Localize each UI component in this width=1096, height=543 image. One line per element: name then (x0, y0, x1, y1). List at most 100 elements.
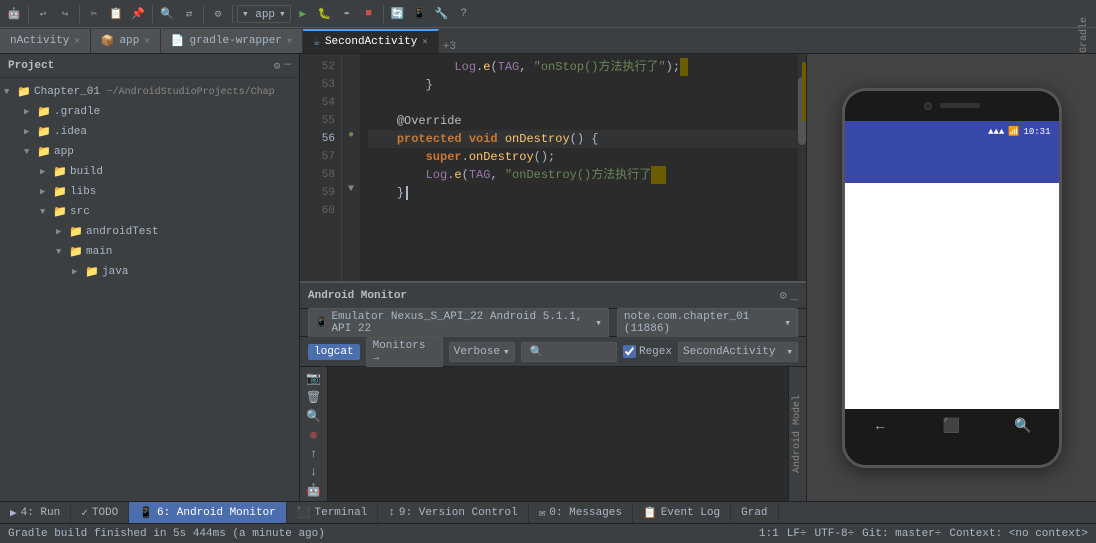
device-row: 📱 Emulator Nexus_S_API_22 Android 5.1.1,… (300, 309, 806, 337)
app-selector[interactable]: note.com.chapter_01 (11886) ▾ (617, 308, 798, 338)
tab-secondactivity-label: SecondActivity (325, 36, 417, 48)
redo-icon[interactable]: ↪ (55, 4, 75, 24)
phone-back-btn[interactable]: ← (868, 415, 892, 439)
tab-messages[interactable]: ✉ 0: Messages (529, 502, 633, 524)
scroll-up-btn[interactable]: ↑ (303, 447, 325, 461)
android-monitor-panel: Android Monitor ⚙ _ 📱 Emulator Nexus_S_A… (300, 281, 806, 501)
code-line-55: @Override (368, 112, 798, 130)
tab-overflow[interactable]: +3 (439, 41, 460, 53)
activity-selector[interactable]: SecondActivity ▾ (678, 342, 798, 362)
toolbar-sep-6 (383, 5, 384, 23)
fold-59[interactable]: ▼ (348, 184, 354, 195)
tab-terminal[interactable]: ⬛ Terminal (287, 502, 379, 524)
regex-check-input[interactable] (623, 345, 636, 358)
scroll-down-btn[interactable]: ↓ (303, 465, 325, 479)
sidebar-gear[interactable]: ⚙ (274, 59, 281, 73)
copy-icon[interactable]: 📋 (106, 4, 126, 24)
tab-app-close[interactable]: ✕ (144, 36, 149, 46)
tab-secondactivity[interactable]: ☕ SecondActivity ✕ (303, 29, 438, 53)
coverage-button[interactable]: ☂ (337, 4, 357, 24)
help-icon[interactable]: ? (454, 4, 474, 24)
log-output[interactable] (328, 367, 788, 501)
filter-icon-btn[interactable]: 🔍 (303, 409, 325, 424)
search-box[interactable]: 🔍 (521, 342, 617, 362)
sync-icon[interactable]: 🔄 (388, 4, 408, 24)
tree-item-gradle[interactable]: ▶ 📁 .gradle (0, 102, 299, 122)
error-icon-btn[interactable]: ⊗ (303, 428, 325, 443)
device-selector[interactable]: 📱 Emulator Nexus_S_API_22 Android 5.1.1,… (308, 308, 609, 338)
gutter-60 (342, 198, 360, 216)
git-branch: Git: master÷ (862, 528, 941, 540)
settings-icon[interactable]: ⚙ (208, 4, 228, 24)
replace-icon[interactable]: ⇄ (179, 4, 199, 24)
gradle-side-tab[interactable]: Gradle (1073, 17, 1096, 53)
regex-checkbox[interactable]: Regex (623, 345, 672, 358)
camera-icon-btn[interactable]: 📷 (303, 371, 325, 386)
line-num-53: 53 (300, 76, 335, 94)
monitors-button[interactable]: Monitors → (366, 337, 443, 367)
line-num-55: 55 (300, 112, 335, 130)
terminal-label: Terminal (315, 507, 368, 519)
tab-gradle-bottom[interactable]: Grad (731, 502, 778, 524)
monitor-minimize-icon[interactable]: _ (791, 289, 798, 303)
line-num-54: 54 (300, 94, 335, 112)
tab-nactivity[interactable]: nActivity ✕ (0, 29, 91, 53)
tab-gradle-wrapper[interactable]: 📄 gradle-wrapper ✕ (161, 29, 304, 53)
tab-event-log[interactable]: 📋 Event Log (633, 502, 731, 524)
verbose-selector[interactable]: Verbose ▾ (449, 342, 515, 362)
breakpoint-56[interactable]: ● (348, 130, 354, 141)
app-dropdown[interactable]: ▾ app ▾ (237, 5, 291, 23)
debug-button[interactable]: 🐛 (315, 4, 335, 24)
code-line-60 (368, 202, 798, 220)
tab-secondactivity-close[interactable]: ✕ (422, 37, 427, 47)
monitor-settings-icon[interactable]: ⚙ (780, 288, 787, 303)
run-button[interactable]: ▶ (293, 4, 313, 24)
android-studio-icon[interactable]: 🤖 (4, 4, 24, 24)
tree-item-androidtest[interactable]: ▶ 📁 androidTest (0, 222, 299, 242)
phone-wifi: 📶 (1008, 127, 1019, 137)
tree-item-app[interactable]: ▼ 📁 app (0, 142, 299, 162)
logcat-tab[interactable]: logcat (308, 344, 360, 360)
tab-gradle-close[interactable]: ✕ (287, 36, 292, 46)
tree-item-java[interactable]: ▶ 📁 java (0, 262, 299, 282)
tree-item-build[interactable]: ▶ 📁 build (0, 162, 299, 182)
tab-version-control[interactable]: ↕ 9: Version Control (378, 502, 528, 524)
tree-icon-androidtest: 📁 (69, 225, 83, 239)
android-icon-btn[interactable]: 🤖 (303, 483, 325, 498)
sdk-icon[interactable]: 🔧 (432, 4, 452, 24)
tab-nactivity-close[interactable]: ✕ (74, 36, 79, 46)
app-arrow: ▾ (784, 316, 791, 330)
avd-icon[interactable]: 📱 (410, 4, 430, 24)
tree-icon-idea: 📁 (37, 125, 51, 139)
vc-icon: ↕ (388, 507, 395, 519)
tree-arrow-app: ▼ (24, 147, 34, 157)
tab-run[interactable]: ▶ 4: Run (0, 502, 71, 524)
paste-icon[interactable]: 📌 (128, 4, 148, 24)
cut-icon[interactable]: ✂ (84, 4, 104, 24)
code-line-53: } (368, 76, 798, 94)
tab-app[interactable]: 📦 app ✕ (91, 29, 161, 53)
phone-recents-btn[interactable]: 🔍 (1011, 415, 1035, 439)
main-content-area: Project ⚙ — ▼ 📁 Chapter_01 ~/AndroidStud… (0, 54, 1096, 501)
tree-item-libs[interactable]: ▶ 📁 libs (0, 182, 299, 202)
stop-button[interactable]: ■ (359, 4, 379, 24)
tree-item-src[interactable]: ▼ 📁 src (0, 202, 299, 222)
trash-icon-btn[interactable]: 🗑 (303, 390, 325, 405)
undo-icon[interactable]: ↩ (33, 4, 53, 24)
phone-signal: ▲▲▲ (988, 127, 1004, 137)
tree-item-chapter01[interactable]: ▼ 📁 Chapter_01 ~/AndroidStudioProjects/C… (0, 82, 299, 102)
tab-todo[interactable]: ✓ TODO (71, 502, 129, 524)
sidebar-collapse[interactable]: — (284, 59, 291, 73)
phone-home-btn[interactable]: ⬛ (939, 415, 963, 439)
scrollbar-track[interactable] (798, 54, 806, 281)
marker-58 (651, 166, 665, 184)
tree-icon-app: 📁 (37, 145, 51, 159)
monitors-label: Monitors → (373, 340, 436, 364)
tree-item-idea[interactable]: ▶ 📁 .idea (0, 122, 299, 142)
code-content[interactable]: Log . e ( TAG , "onStop()方法执行了" ); } (360, 54, 806, 281)
tab-android-monitor[interactable]: 📱 6: Android Monitor (129, 502, 287, 524)
tree-item-main[interactable]: ▼ 📁 main (0, 242, 299, 262)
regex-label: Regex (639, 346, 672, 358)
tree-icon-src: 📁 (53, 205, 67, 219)
search-icon[interactable]: 🔍 (157, 4, 177, 24)
